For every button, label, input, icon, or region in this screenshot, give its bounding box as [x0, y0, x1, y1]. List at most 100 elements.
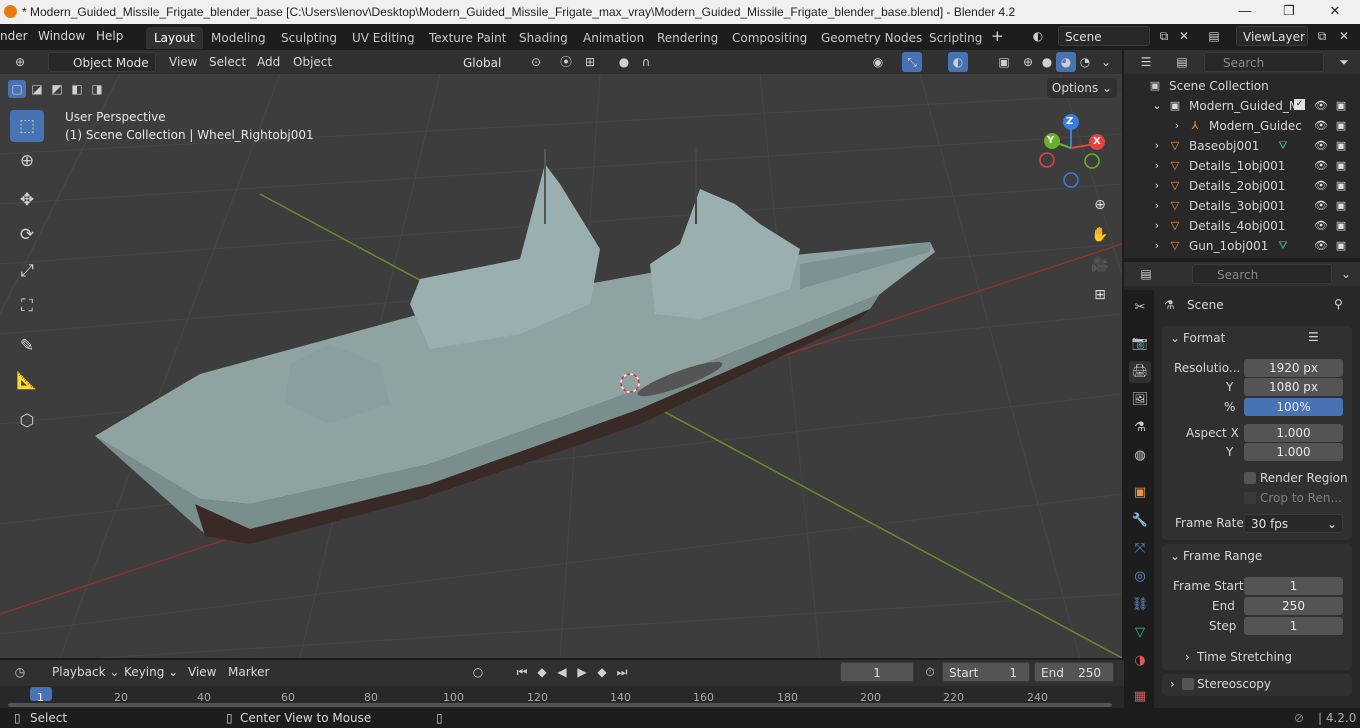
gizmo-y-label[interactable]: Y [1047, 135, 1054, 146]
add-cube-tool[interactable]: ⬡ [10, 405, 44, 437]
chevron-right-icon[interactable]: › [1150, 139, 1164, 153]
frame-range-panel-title[interactable]: Frame Range [1183, 549, 1262, 563]
timeline-editor-type-icon[interactable]: ◷ [10, 662, 30, 682]
menu-help[interactable]: Help [96, 29, 123, 43]
resolution-y-field[interactable]: 1080 px [1244, 378, 1343, 396]
camera-icon[interactable]: ▣ [1334, 239, 1348, 253]
chevron-right-icon[interactable]: › [1150, 239, 1164, 253]
render-tab-icon[interactable]: 📷 [1129, 333, 1151, 355]
menu-view[interactable]: View [169, 55, 197, 69]
properties-options-icon[interactable]: ⌄ [1336, 264, 1356, 284]
tab-shading[interactable]: Shading [511, 27, 576, 49]
tab-scripting[interactable]: Scripting [921, 27, 990, 49]
outliner-item[interactable]: › ⅄ Modern_Guidec 👁 ▣ [1124, 116, 1360, 136]
tab-modeling[interactable]: Modeling [203, 27, 274, 49]
material-tab-icon[interactable]: ◑ [1129, 650, 1151, 672]
time-stretching-subpanel[interactable]: Time Stretching [1197, 650, 1292, 664]
overlay-toggle-icon[interactable]: ◐ [948, 52, 968, 72]
pan-hand-icon[interactable]: ✋ [1088, 223, 1112, 247]
tab-layout[interactable]: Layout [146, 27, 203, 49]
chevron-right-icon[interactable]: › [1170, 119, 1184, 133]
keying-menu[interactable]: Keying ⌄ [124, 665, 178, 679]
outliner-editor-type-icon[interactable]: ☰ [1136, 52, 1156, 72]
outliner-item[interactable]: › ▽ Details_3obj001 👁 ▣ [1124, 196, 1360, 216]
transform-tool[interactable]: ⛶ [10, 290, 44, 322]
annotate-tool[interactable]: ✎ [10, 330, 44, 362]
select-box-tool[interactable]: ⬚ [10, 110, 44, 142]
view-layer-tab-icon[interactable]: 🖼 [1129, 389, 1151, 411]
gizmo-z-label[interactable]: Z [1066, 116, 1073, 127]
xray-icon[interactable]: ▣ [994, 52, 1014, 72]
tab-geometry-nodes[interactable]: Geometry Nodes [813, 27, 930, 49]
output-tab-icon[interactable]: 🖨 [1129, 361, 1151, 383]
select-new-icon[interactable]: ▢ [8, 80, 26, 98]
eye-icon[interactable]: 👁 [1314, 199, 1328, 213]
frame-end-field[interactable]: 250 [1244, 597, 1343, 615]
maximize-button[interactable]: ❐ [1280, 3, 1298, 21]
tab-rendering[interactable]: Rendering [649, 27, 726, 49]
menu-marker[interactable]: Marker [228, 665, 269, 679]
tab-animation[interactable]: Animation [575, 27, 652, 49]
timeline-scrollbar[interactable] [8, 703, 1112, 707]
exclude-checkbox[interactable]: ✓ [1294, 99, 1305, 110]
camera-icon[interactable]: ▣ [1334, 119, 1348, 133]
visibility-icon[interactable]: ◉ [868, 52, 888, 72]
select-extend-icon[interactable]: ◪ [28, 80, 46, 98]
select-subtract-icon[interactable]: ◩ [48, 80, 66, 98]
menu-add[interactable]: Add [257, 55, 280, 69]
outliner-item[interactable]: ⌄ ▣ Modern_Guided_M ✓ 👁 ▣ [1124, 96, 1360, 116]
particles-tab-icon[interactable]: ⤧ [1129, 538, 1151, 560]
eye-icon[interactable]: 👁 [1314, 239, 1328, 253]
menu-view[interactable]: View [188, 665, 216, 679]
select-invert-icon[interactable]: ◧ [68, 80, 86, 98]
resolution-percent-field[interactable]: 100% [1244, 398, 1343, 416]
aspect-y-field[interactable]: 1.000 [1244, 443, 1343, 461]
physics-tab-icon[interactable]: ◎ [1129, 566, 1151, 588]
camera-icon[interactable]: ▣ [1334, 219, 1348, 233]
frame-rate-selector[interactable]: 30 fps ⌄ [1244, 514, 1343, 533]
menu-window[interactable]: Window [38, 29, 85, 43]
chevron-right-icon[interactable]: › [1150, 219, 1164, 233]
outliner-item[interactable]: › ▽ Gun_1obj001 ⛛ 👁 ▣ [1124, 236, 1360, 256]
stereoscopy-title[interactable]: Stereoscopy [1197, 677, 1271, 691]
material-shading-icon[interactable]: ◕ [1056, 52, 1076, 72]
rotate-tool[interactable]: ⟳ [10, 219, 44, 251]
eye-icon[interactable]: 👁 [1314, 99, 1328, 113]
tab-sculpting[interactable]: Sculpting [273, 27, 345, 49]
ortho-grid-icon[interactable]: ⊞ [1088, 283, 1112, 307]
jump-end-icon[interactable]: ⏭ [612, 662, 632, 682]
format-panel-title[interactable]: Format [1183, 331, 1225, 345]
chevron-right-icon[interactable]: › [1150, 179, 1164, 193]
outliner-root[interactable]: ▣ Scene Collection [1124, 76, 1360, 96]
minimize-button[interactable]: — [1236, 3, 1254, 21]
proportional-edit-icon[interactable]: ● [614, 52, 634, 72]
outliner-item[interactable]: › ▽ Details_1obj001 👁 ▣ [1124, 156, 1360, 176]
viewlayer-icon[interactable]: ▤ [1204, 26, 1224, 46]
display-mode-icon[interactable]: ▤ [1172, 52, 1192, 72]
next-keyframe-icon[interactable]: ◆ [592, 662, 612, 682]
eye-icon[interactable]: 👁 [1314, 139, 1328, 153]
outliner-search-input[interactable]: Search [1204, 52, 1324, 72]
chevron-down-icon[interactable]: ⌄ [1170, 549, 1180, 563]
wireframe-shading-icon[interactable]: ⊕ [1018, 52, 1038, 72]
transform-orientation-selector[interactable]: Global [438, 52, 514, 72]
tab-compositing[interactable]: Compositing [724, 27, 815, 49]
play-icon[interactable]: ▶ [572, 662, 592, 682]
current-frame-field[interactable]: 1 [840, 662, 914, 682]
constraints-tab-icon[interactable]: ⛓ [1129, 594, 1151, 616]
camera-icon[interactable]: ▣ [1334, 179, 1348, 193]
delete-scene-icon[interactable]: ✕ [1174, 26, 1194, 46]
chevron-right-icon[interactable]: › [1185, 650, 1190, 664]
camera-icon[interactable]: ▣ [1334, 199, 1348, 213]
texture-tab-icon[interactable]: ▦ [1129, 686, 1151, 708]
chevron-right-icon[interactable]: › [1170, 677, 1175, 691]
delete-viewlayer-icon[interactable]: ✕ [1334, 26, 1354, 46]
menu-object[interactable]: Object [293, 55, 332, 69]
menu-render[interactable]: nder [0, 29, 28, 43]
object-tab-icon[interactable]: ▣ [1129, 482, 1151, 504]
tab-texture-paint[interactable]: Texture Paint [421, 27, 514, 49]
properties-editor-type-icon[interactable]: ▤ [1136, 264, 1156, 284]
modifier-tab-icon[interactable]: 🔧 [1129, 510, 1151, 532]
playback-menu[interactable]: Playback ⌄ [52, 665, 119, 679]
camera-icon[interactable]: ▣ [1334, 139, 1348, 153]
